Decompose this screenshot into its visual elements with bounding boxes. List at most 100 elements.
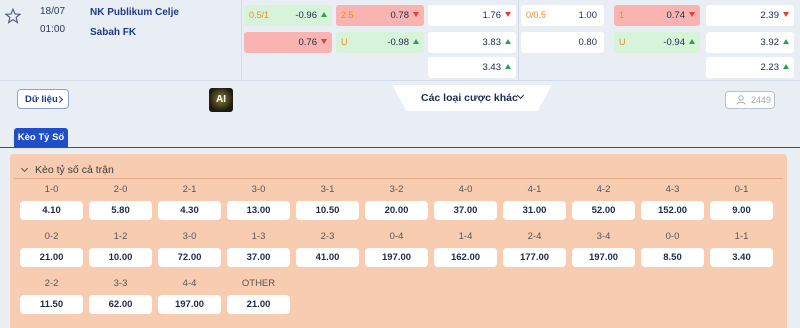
score-label: 4-0 bbox=[458, 184, 473, 195]
score-odds-button[interactable]: 52.00 bbox=[572, 201, 635, 220]
score-option[interactable]: 0-4 197.00 bbox=[365, 231, 428, 271]
data-button-label: Dữ liệu bbox=[25, 94, 58, 105]
score-option[interactable]: 4-1 31.00 bbox=[503, 184, 566, 224]
arrow-up-icon bbox=[413, 39, 419, 44]
score-odds-button[interactable]: 10.50 bbox=[296, 201, 359, 220]
odds-cell-1x2-away[interactable]: 3.83 bbox=[428, 32, 516, 53]
score-odds-button[interactable]: 72.00 bbox=[158, 248, 221, 267]
score-odds-button[interactable]: 197.00 bbox=[158, 295, 221, 314]
score-label: 2-1 bbox=[182, 184, 197, 195]
odds-cell-h1-ou-over[interactable]: 1 0.74 bbox=[614, 5, 700, 26]
column-divider bbox=[518, 0, 519, 80]
score-odds-button[interactable]: 177.00 bbox=[503, 248, 566, 267]
score-label: 3-3 bbox=[113, 278, 128, 289]
arrow-down-icon bbox=[321, 39, 327, 44]
score-option[interactable]: 3-0 13.00 bbox=[227, 184, 290, 224]
score-option[interactable]: 3-2 20.00 bbox=[365, 184, 428, 224]
score-option[interactable]: 0-2 21.00 bbox=[20, 231, 83, 271]
score-odds-button[interactable]: 21.00 bbox=[20, 248, 83, 267]
score-option[interactable]: 2-3 41.00 bbox=[296, 231, 359, 271]
score-option[interactable]: 1-0 4.10 bbox=[20, 184, 83, 224]
arrow-up-icon bbox=[783, 39, 789, 44]
score-odds-button[interactable]: 13.00 bbox=[227, 201, 290, 220]
score-label: 3-1 bbox=[320, 184, 335, 195]
correct-score-header[interactable]: Kèo tỷ số cả trận bbox=[20, 164, 114, 176]
odds-cell-ou-over[interactable]: 2.5 0.78 bbox=[336, 5, 424, 26]
score-option[interactable]: 4-3 152.00 bbox=[641, 184, 704, 224]
score-odds-button[interactable]: 31.00 bbox=[503, 201, 566, 220]
score-option[interactable]: 4-4 197.00 bbox=[158, 278, 221, 318]
correct-score-title: Kèo tỷ số cả trận bbox=[35, 164, 114, 176]
score-odds-button[interactable]: 62.00 bbox=[89, 295, 152, 314]
score-option[interactable]: 2-2 11.50 bbox=[20, 278, 83, 318]
score-option[interactable]: 3-3 62.00 bbox=[89, 278, 152, 318]
score-odds-button[interactable]: 20.00 bbox=[365, 201, 428, 220]
ai-badge[interactable]: AI bbox=[209, 88, 233, 112]
score-option[interactable]: OTHER 21.00 bbox=[227, 278, 290, 318]
score-option[interactable]: 1-2 10.00 bbox=[89, 231, 152, 271]
home-team[interactable]: NK Publikum Celje bbox=[90, 7, 179, 18]
tab-correct-score[interactable]: Kèo Tỷ Số bbox=[14, 128, 68, 148]
score-odds-button[interactable]: 3.40 bbox=[710, 248, 773, 267]
score-odds-button[interactable]: 197.00 bbox=[365, 248, 428, 267]
score-option[interactable]: 2-4 177.00 bbox=[503, 231, 566, 271]
score-option[interactable]: 1-4 162.00 bbox=[434, 231, 497, 271]
odds-cell-1x2-home[interactable]: 1.76 bbox=[428, 5, 516, 26]
score-option[interactable]: 1-1 3.40 bbox=[710, 231, 773, 271]
score-option[interactable]: 2-0 5.80 bbox=[89, 184, 152, 224]
score-option[interactable]: 2-1 4.30 bbox=[158, 184, 221, 224]
score-label: 1-3 bbox=[251, 231, 266, 242]
handicap-line: 0/0.5 bbox=[526, 10, 547, 20]
score-option[interactable]: 3-1 10.50 bbox=[296, 184, 359, 224]
score-odds-button[interactable]: 37.00 bbox=[227, 248, 290, 267]
odds-cell-h1-1x2-away[interactable]: 3.92 bbox=[706, 32, 794, 53]
score-label: 0-1 bbox=[734, 184, 749, 195]
score-odds-button[interactable]: 41.00 bbox=[296, 248, 359, 267]
score-odds-button[interactable]: 21.00 bbox=[227, 295, 290, 314]
odds-cell-ou-under[interactable]: U -0.98 bbox=[336, 32, 424, 53]
followers-count: 2449 bbox=[751, 95, 772, 105]
away-team[interactable]: Sabah FK bbox=[90, 27, 136, 38]
odds-cell-h1-ou-under[interactable]: U -0.94 bbox=[614, 32, 700, 53]
score-odds-button[interactable]: 37.00 bbox=[434, 201, 497, 220]
score-label: 3-2 bbox=[389, 184, 404, 195]
score-label: 4-1 bbox=[527, 184, 542, 195]
odds-cell-h1-ah-away[interactable]: 0.80 bbox=[521, 32, 604, 53]
score-label: 2-2 bbox=[44, 278, 59, 289]
score-label: 3-0 bbox=[182, 231, 197, 242]
score-odds-button[interactable]: 4.30 bbox=[158, 201, 221, 220]
arrow-down-icon bbox=[413, 12, 419, 17]
score-label: 0-0 bbox=[665, 231, 680, 242]
score-option[interactable]: 0-0 8.50 bbox=[641, 231, 704, 271]
odds-cell-ah-home[interactable]: 0.5/1 -0.96 bbox=[244, 5, 332, 26]
odds-cell-1x2-draw[interactable]: 3.43 bbox=[428, 57, 516, 78]
score-odds-button[interactable]: 8.50 bbox=[641, 248, 704, 267]
data-button[interactable]: Dữ liệu bbox=[17, 89, 69, 109]
score-option[interactable]: 4-2 52.00 bbox=[572, 184, 635, 224]
odds-cell-h1-1x2-home[interactable]: 2.39 bbox=[706, 5, 794, 26]
score-odds-button[interactable]: 9.00 bbox=[710, 201, 773, 220]
odds-value: -0.96 bbox=[295, 10, 317, 21]
score-odds-button[interactable]: 11.50 bbox=[20, 295, 83, 314]
star-icon[interactable] bbox=[5, 8, 21, 24]
other-bet-types-toggle[interactable]: Các loại cược khác bbox=[392, 85, 552, 111]
score-odds-button[interactable]: 5.80 bbox=[89, 201, 152, 220]
score-option[interactable]: 3-4 197.00 bbox=[572, 231, 635, 271]
score-odds-button[interactable]: 162.00 bbox=[434, 248, 497, 267]
score-label: 1-0 bbox=[44, 184, 59, 195]
score-odds-button[interactable]: 4.10 bbox=[20, 201, 83, 220]
score-odds-button[interactable]: 152.00 bbox=[641, 201, 704, 220]
odds-cell-h1-1x2-draw[interactable]: 2.23 bbox=[706, 57, 794, 78]
score-option[interactable]: 4-0 37.00 bbox=[434, 184, 497, 224]
score-odds-button[interactable]: 197.00 bbox=[572, 248, 635, 267]
handicap-line: 0.5/1 bbox=[249, 10, 270, 20]
odds-cell-ah-away[interactable]: 0.76 bbox=[244, 32, 332, 53]
followers-count-button[interactable]: 2449 bbox=[725, 91, 775, 109]
odds-cell-h1-ah-home[interactable]: 0/0.5 1.00 bbox=[521, 5, 604, 26]
score-label: 0-2 bbox=[44, 231, 59, 242]
column-divider bbox=[241, 0, 242, 80]
score-option[interactable]: 1-3 37.00 bbox=[227, 231, 290, 271]
score-option[interactable]: 0-1 9.00 bbox=[710, 184, 773, 224]
score-odds-button[interactable]: 10.00 bbox=[89, 248, 152, 267]
score-option[interactable]: 3-0 72.00 bbox=[158, 231, 221, 271]
